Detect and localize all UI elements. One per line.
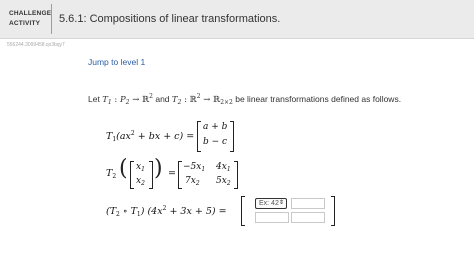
header-divider	[51, 4, 52, 34]
badge-line-2: ACTIVITY	[9, 20, 41, 27]
activity-header: CHALLENGE ACTIVITY 5.6.1: Compositions o…	[0, 0, 474, 39]
answer-entry-4-input[interactable]	[291, 212, 325, 223]
select-value: Ex: 42	[259, 200, 279, 207]
t2-definition-lhs: T2	[106, 168, 117, 180]
intro-suffix: be linear transformations defined as fol…	[232, 94, 402, 104]
and-text: and	[152, 94, 172, 104]
answer-matrix-right-bracket	[331, 196, 335, 226]
t2-vector-right-bracket	[149, 161, 153, 189]
r2-domain-symbol: ℝ2	[189, 93, 201, 105]
t2-matrix-a21: 7x2	[185, 176, 200, 187]
badge-line-1: CHALLENGE	[9, 10, 52, 17]
t2-close-paren: )	[154, 156, 163, 181]
answer-entry-3-input[interactable]	[255, 212, 289, 223]
arrow: →	[200, 95, 214, 105]
t2-open-paren: (	[119, 156, 128, 181]
challenge-activity-badge: CHALLENGE ACTIVITY	[9, 9, 51, 29]
t2-matrix-right-bracket	[234, 161, 238, 189]
jump-to-level-link[interactable]: Jump to level 1	[88, 57, 145, 67]
t1-matrix-left-bracket	[197, 121, 201, 152]
activity-title: 5.6.1: Compositions of linear transforma…	[59, 13, 281, 25]
colon: :	[181, 95, 190, 105]
t2-symbol: T2	[171, 95, 182, 106]
activity-hash: 556244.3099458.qx3bqy7	[7, 42, 65, 48]
t1-matrix-entry-1: a + b	[203, 122, 228, 132]
composition-lhs: (T2 ∘ T1) (4x2 + 3x + 5) =	[106, 205, 227, 218]
t2-matrix-a11: −5x1	[183, 162, 206, 173]
answer-entry-1-select[interactable]: Ex: 42 ⇕	[255, 198, 287, 209]
intro-prefix: Let	[88, 94, 100, 104]
t2-matrix-a12: 4x1	[216, 162, 231, 173]
t2-vector-left-bracket	[130, 161, 134, 189]
answer-entry-2-input[interactable]	[291, 198, 325, 209]
r2x2-symbol: ℝ2×2	[213, 95, 233, 106]
r2-symbol: ℝ2	[142, 93, 153, 105]
colon: :	[111, 95, 120, 105]
p2-symbol: P2	[119, 95, 130, 106]
t2-vector-x1: x1	[136, 162, 145, 173]
answer-matrix-left-bracket	[241, 196, 245, 226]
t1-matrix-right-bracket	[230, 121, 234, 152]
t1-symbol: T1	[102, 95, 112, 106]
t1-matrix-entry-2: b − c	[203, 137, 228, 147]
updown-arrow-icon: ⇕	[278, 200, 284, 206]
t2-matrix-a22: 5x2	[216, 176, 231, 187]
t2-vector-x2: x2	[136, 176, 145, 187]
t2-equals: =	[168, 168, 176, 179]
problem-statement: Let T1 : P2 → ℝ2 and T2 : ℝ2 → ℝ2×2 be l…	[88, 93, 401, 106]
t1-definition-lhs: T1(ax2 + bx + c) =	[106, 130, 195, 143]
t2-matrix-left-bracket	[178, 161, 182, 189]
arrow: →	[129, 95, 143, 105]
